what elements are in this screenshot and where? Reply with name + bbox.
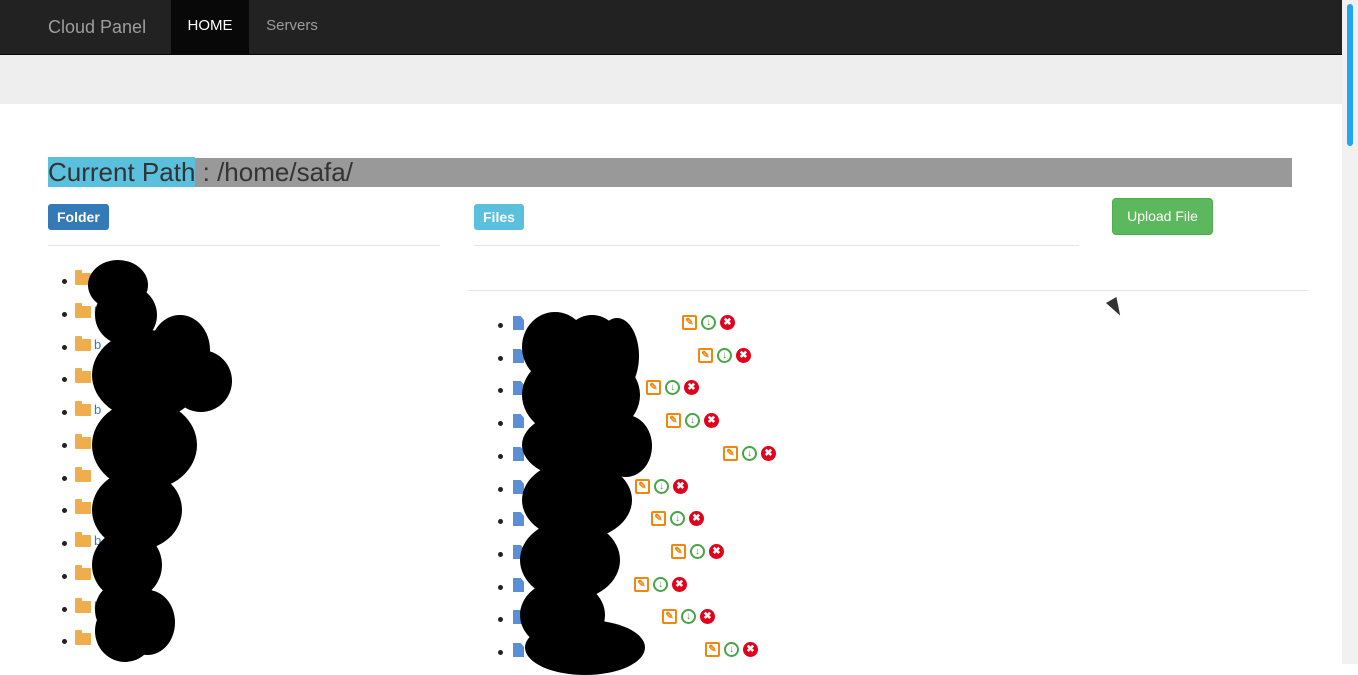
bullet — [498, 487, 503, 492]
bullet — [498, 454, 503, 459]
folder-icon — [75, 434, 91, 449]
bullet — [62, 377, 67, 382]
folder-icon — [75, 532, 91, 547]
bullet — [62, 443, 67, 448]
download-icon[interactable]: ↓ — [690, 544, 705, 559]
delete-icon[interactable]: ✖ — [709, 544, 724, 559]
bullet — [62, 279, 67, 284]
folder-divider — [48, 245, 440, 246]
bullet — [498, 650, 503, 655]
download-icon[interactable]: ↓ — [665, 380, 680, 395]
file-icon — [513, 643, 524, 657]
edit-icon[interactable]: ✎ — [635, 479, 650, 494]
edit-icon[interactable]: ✎ — [723, 446, 738, 461]
page-scrollbar[interactable] — [1342, 0, 1358, 664]
delete-icon[interactable]: ✖ — [720, 315, 735, 330]
scrollbar-thumb[interactable] — [1347, 4, 1353, 146]
folder-icon — [75, 630, 91, 645]
bullet — [498, 356, 503, 361]
bullet — [62, 410, 67, 415]
edit-icon[interactable]: ✎ — [705, 642, 720, 657]
delete-icon[interactable]: ✖ — [672, 577, 687, 592]
folder-icon — [75, 368, 91, 383]
folder-icon — [75, 401, 91, 416]
download-icon[interactable]: ↓ — [681, 609, 696, 624]
delete-icon[interactable]: ✖ — [689, 511, 704, 526]
folder-name[interactable]: b — [94, 402, 101, 417]
download-icon[interactable]: ↓ — [670, 511, 685, 526]
delete-icon[interactable]: ✖ — [704, 413, 719, 428]
bullet — [62, 607, 67, 612]
bullet — [498, 552, 503, 557]
file-icon — [513, 316, 524, 330]
bullet — [498, 519, 503, 524]
top-navbar: Cloud Panel HOME Servers — [0, 0, 1342, 55]
delete-icon[interactable]: ✖ — [736, 348, 751, 363]
nav-home[interactable]: HOME — [171, 0, 249, 54]
header-band — [0, 55, 1342, 104]
edit-icon[interactable]: ✎ — [651, 511, 666, 526]
edit-icon[interactable]: ✎ — [698, 348, 713, 363]
folder-icon — [75, 598, 91, 613]
delete-icon[interactable]: ✖ — [684, 380, 699, 395]
bullet — [62, 345, 67, 350]
bullet — [62, 508, 67, 513]
download-icon[interactable]: ↓ — [717, 348, 732, 363]
brand-link[interactable]: Cloud Panel — [48, 0, 146, 54]
edit-icon[interactable]: ✎ — [666, 413, 681, 428]
download-icon[interactable]: ↓ — [701, 315, 716, 330]
bullet — [498, 388, 503, 393]
delete-icon[interactable]: ✖ — [761, 446, 776, 461]
files-divider — [474, 245, 1079, 246]
file-icon — [513, 414, 524, 428]
bullet — [62, 639, 67, 644]
folder-icon — [75, 336, 91, 351]
folder-icon — [75, 303, 91, 318]
bullet — [62, 574, 67, 579]
current-path-bar: Current Path : /home/safa/ — [48, 157, 1292, 187]
folder-badge: Folder — [48, 204, 109, 230]
bullet — [498, 421, 503, 426]
download-icon[interactable]: ↓ — [724, 642, 739, 657]
edit-icon[interactable]: ✎ — [646, 380, 661, 395]
files-list-divider — [468, 290, 1308, 291]
download-icon[interactable]: ↓ — [653, 577, 668, 592]
current-path-value: : /home/safa/ — [195, 157, 353, 187]
bullet — [498, 323, 503, 328]
delete-icon[interactable]: ✖ — [743, 642, 758, 657]
download-icon[interactable]: ↓ — [685, 413, 700, 428]
bullet — [62, 476, 67, 481]
bullet — [62, 312, 67, 317]
edit-icon[interactable]: ✎ — [634, 577, 649, 592]
delete-icon[interactable]: ✖ — [700, 609, 715, 624]
folder-icon — [75, 499, 91, 514]
current-path-label: Current Path — [48, 157, 196, 187]
edit-icon[interactable]: ✎ — [671, 544, 686, 559]
folder-icon — [75, 565, 91, 580]
bullet — [498, 617, 503, 622]
files-badge: Files — [474, 204, 524, 230]
file-icon — [513, 512, 524, 526]
folder-icon — [75, 467, 91, 482]
edit-icon[interactable]: ✎ — [662, 609, 677, 624]
bullet — [498, 585, 503, 590]
nav-servers[interactable]: Servers — [249, 0, 335, 54]
download-icon[interactable]: ↓ — [654, 479, 669, 494]
download-icon[interactable]: ↓ — [742, 446, 757, 461]
mouse-cursor — [1106, 297, 1126, 319]
bullet — [62, 541, 67, 546]
file-icon — [513, 578, 524, 592]
upload-file-button[interactable]: Upload File — [1112, 198, 1213, 235]
delete-icon[interactable]: ✖ — [673, 479, 688, 494]
edit-icon[interactable]: ✎ — [682, 315, 697, 330]
